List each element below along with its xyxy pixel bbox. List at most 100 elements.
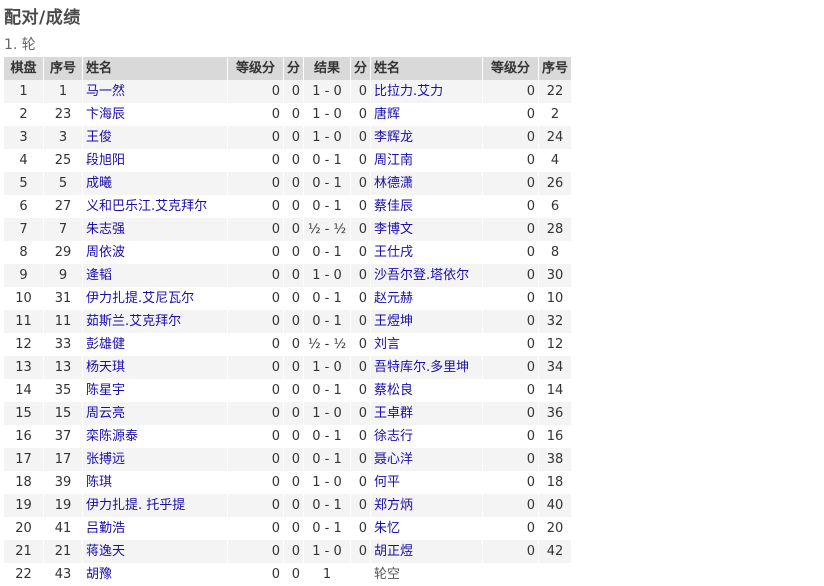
white-points: 0	[283, 540, 305, 563]
table-row: 21 21 蒋逸天 0 0 1 - 0 0 胡正煜 0 42	[4, 540, 573, 563]
black-player-name: 比拉力.艾力	[370, 80, 484, 103]
player-link[interactable]: 赵元赫	[374, 291, 413, 306]
player-link[interactable]: 伊力扎提.艾尼瓦尔	[86, 291, 194, 306]
black-player-name: 刘言	[370, 333, 484, 356]
player-link[interactable]: 王俊	[86, 130, 112, 145]
board-number: 11	[4, 310, 44, 333]
header-black-points: 分	[350, 57, 372, 80]
player-link[interactable]: 逄韬	[86, 268, 112, 283]
black-seed: 14	[538, 379, 573, 402]
player-link[interactable]: 何平	[374, 475, 400, 490]
player-link[interactable]: 李辉龙	[374, 130, 413, 145]
black-rating: 0	[482, 241, 540, 264]
player-link[interactable]: 王煜坤	[374, 314, 413, 329]
board-number: 8	[4, 241, 44, 264]
white-rating: 0	[227, 241, 284, 264]
black-seed: 42	[538, 540, 573, 563]
white-points: 0	[283, 517, 305, 540]
player-link[interactable]: 沙吾尔登.塔依尔	[374, 268, 469, 283]
black-points: 0	[350, 333, 372, 356]
player-link[interactable]: 徐志行	[374, 429, 413, 444]
player-link[interactable]: 杨天琪	[86, 360, 125, 375]
player-link[interactable]: 胡正煜	[374, 544, 413, 559]
player-link[interactable]: 胡豫	[86, 567, 112, 582]
white-seed: 29	[43, 241, 83, 264]
player-link[interactable]: 吕勤浩	[86, 521, 125, 536]
table-row: 22 43 胡豫 0 0 1 轮空	[4, 563, 573, 586]
game-result: 1 - 0	[303, 471, 352, 494]
black-seed: 16	[538, 425, 573, 448]
player-link[interactable]: 栾陈源泰	[86, 429, 138, 444]
black-player-name: 胡正煜	[370, 540, 484, 563]
game-result: 0 - 1	[303, 379, 352, 402]
player-link[interactable]: 周江南	[374, 153, 413, 168]
white-points: 0	[283, 149, 305, 172]
player-link[interactable]: 马一然	[86, 84, 125, 99]
player-link[interactable]: 蒋逸天	[86, 544, 125, 559]
player-link[interactable]: 李博文	[374, 222, 413, 237]
player-link[interactable]: 王卓群	[374, 406, 413, 421]
player-link[interactable]: 彭雄健	[86, 337, 125, 352]
white-seed: 25	[43, 149, 83, 172]
player-link[interactable]: 陈星宇	[86, 383, 125, 398]
player-link[interactable]: 聂心洋	[374, 452, 413, 467]
black-rating	[482, 563, 540, 586]
game-result: 0 - 1	[303, 172, 352, 195]
black-seed: 24	[538, 126, 573, 149]
board-number: 17	[4, 448, 44, 471]
white-seed: 23	[43, 103, 83, 126]
game-result: ½ - ½	[303, 218, 352, 241]
game-result: 0 - 1	[303, 448, 352, 471]
black-player-name: 周江南	[370, 149, 484, 172]
player-link[interactable]: 周依波	[86, 245, 125, 260]
black-rating: 0	[482, 172, 540, 195]
player-link[interactable]: 伊力扎提. 托乎提	[86, 498, 185, 513]
black-player-name: 郑方炳	[370, 494, 484, 517]
player-link[interactable]: 比拉力.艾力	[374, 84, 443, 99]
player-link[interactable]: 周云亮	[86, 406, 125, 421]
header-black-no: 序号	[538, 57, 573, 80]
white-rating: 0	[227, 448, 284, 471]
player-link[interactable]: 王仕戌	[374, 245, 413, 260]
white-points: 0	[283, 356, 305, 379]
player-link[interactable]: 茹斯兰.艾克拜尔	[86, 314, 181, 329]
game-result: 1 - 0	[303, 540, 352, 563]
player-link[interactable]: 义和巴乐江.艾克拜尔	[86, 199, 207, 214]
player-link[interactable]: 吾特库尔.多里坤	[374, 360, 469, 375]
white-points: 0	[283, 448, 305, 471]
black-rating: 0	[482, 80, 540, 103]
player-link[interactable]: 陈琪	[86, 475, 112, 490]
player-link[interactable]: 刘言	[374, 337, 400, 352]
black-points: 0	[350, 287, 372, 310]
player-link[interactable]: 林德潇	[374, 176, 413, 191]
white-rating: 0	[227, 471, 284, 494]
player-link[interactable]: 卞海辰	[86, 107, 125, 122]
black-seed: 4	[538, 149, 573, 172]
player-link[interactable]: 张搏远	[86, 452, 125, 467]
black-points: 0	[350, 126, 372, 149]
player-link[interactable]: 蔡佳辰	[374, 199, 413, 214]
player-link[interactable]: 成曦	[86, 176, 112, 191]
board-number: 20	[4, 517, 44, 540]
player-link[interactable]: 郑方炳	[374, 498, 413, 513]
player-link[interactable]: 蔡松良	[374, 383, 413, 398]
board-number: 1	[4, 80, 44, 103]
white-rating: 0	[227, 356, 284, 379]
white-points: 0	[283, 494, 305, 517]
player-link[interactable]: 段旭阳	[86, 153, 125, 168]
black-rating: 0	[482, 448, 540, 471]
black-seed: 34	[538, 356, 573, 379]
black-points: 0	[350, 448, 372, 471]
board-number: 5	[4, 172, 44, 195]
white-rating: 0	[227, 103, 284, 126]
game-result: 0 - 1	[303, 287, 352, 310]
black-seed: 40	[538, 494, 573, 517]
black-player-name: 赵元赫	[370, 287, 484, 310]
black-rating: 0	[482, 425, 540, 448]
player-link[interactable]: 唐辉	[374, 107, 400, 122]
player-link[interactable]: 朱忆	[374, 521, 400, 536]
player-link[interactable]: 朱志强	[86, 222, 125, 237]
white-player-name: 胡豫	[82, 563, 228, 586]
black-player-name: 唐辉	[370, 103, 484, 126]
table-row: 7 7 朱志强 0 0 ½ - ½ 0 李博文 0 28	[4, 218, 573, 241]
